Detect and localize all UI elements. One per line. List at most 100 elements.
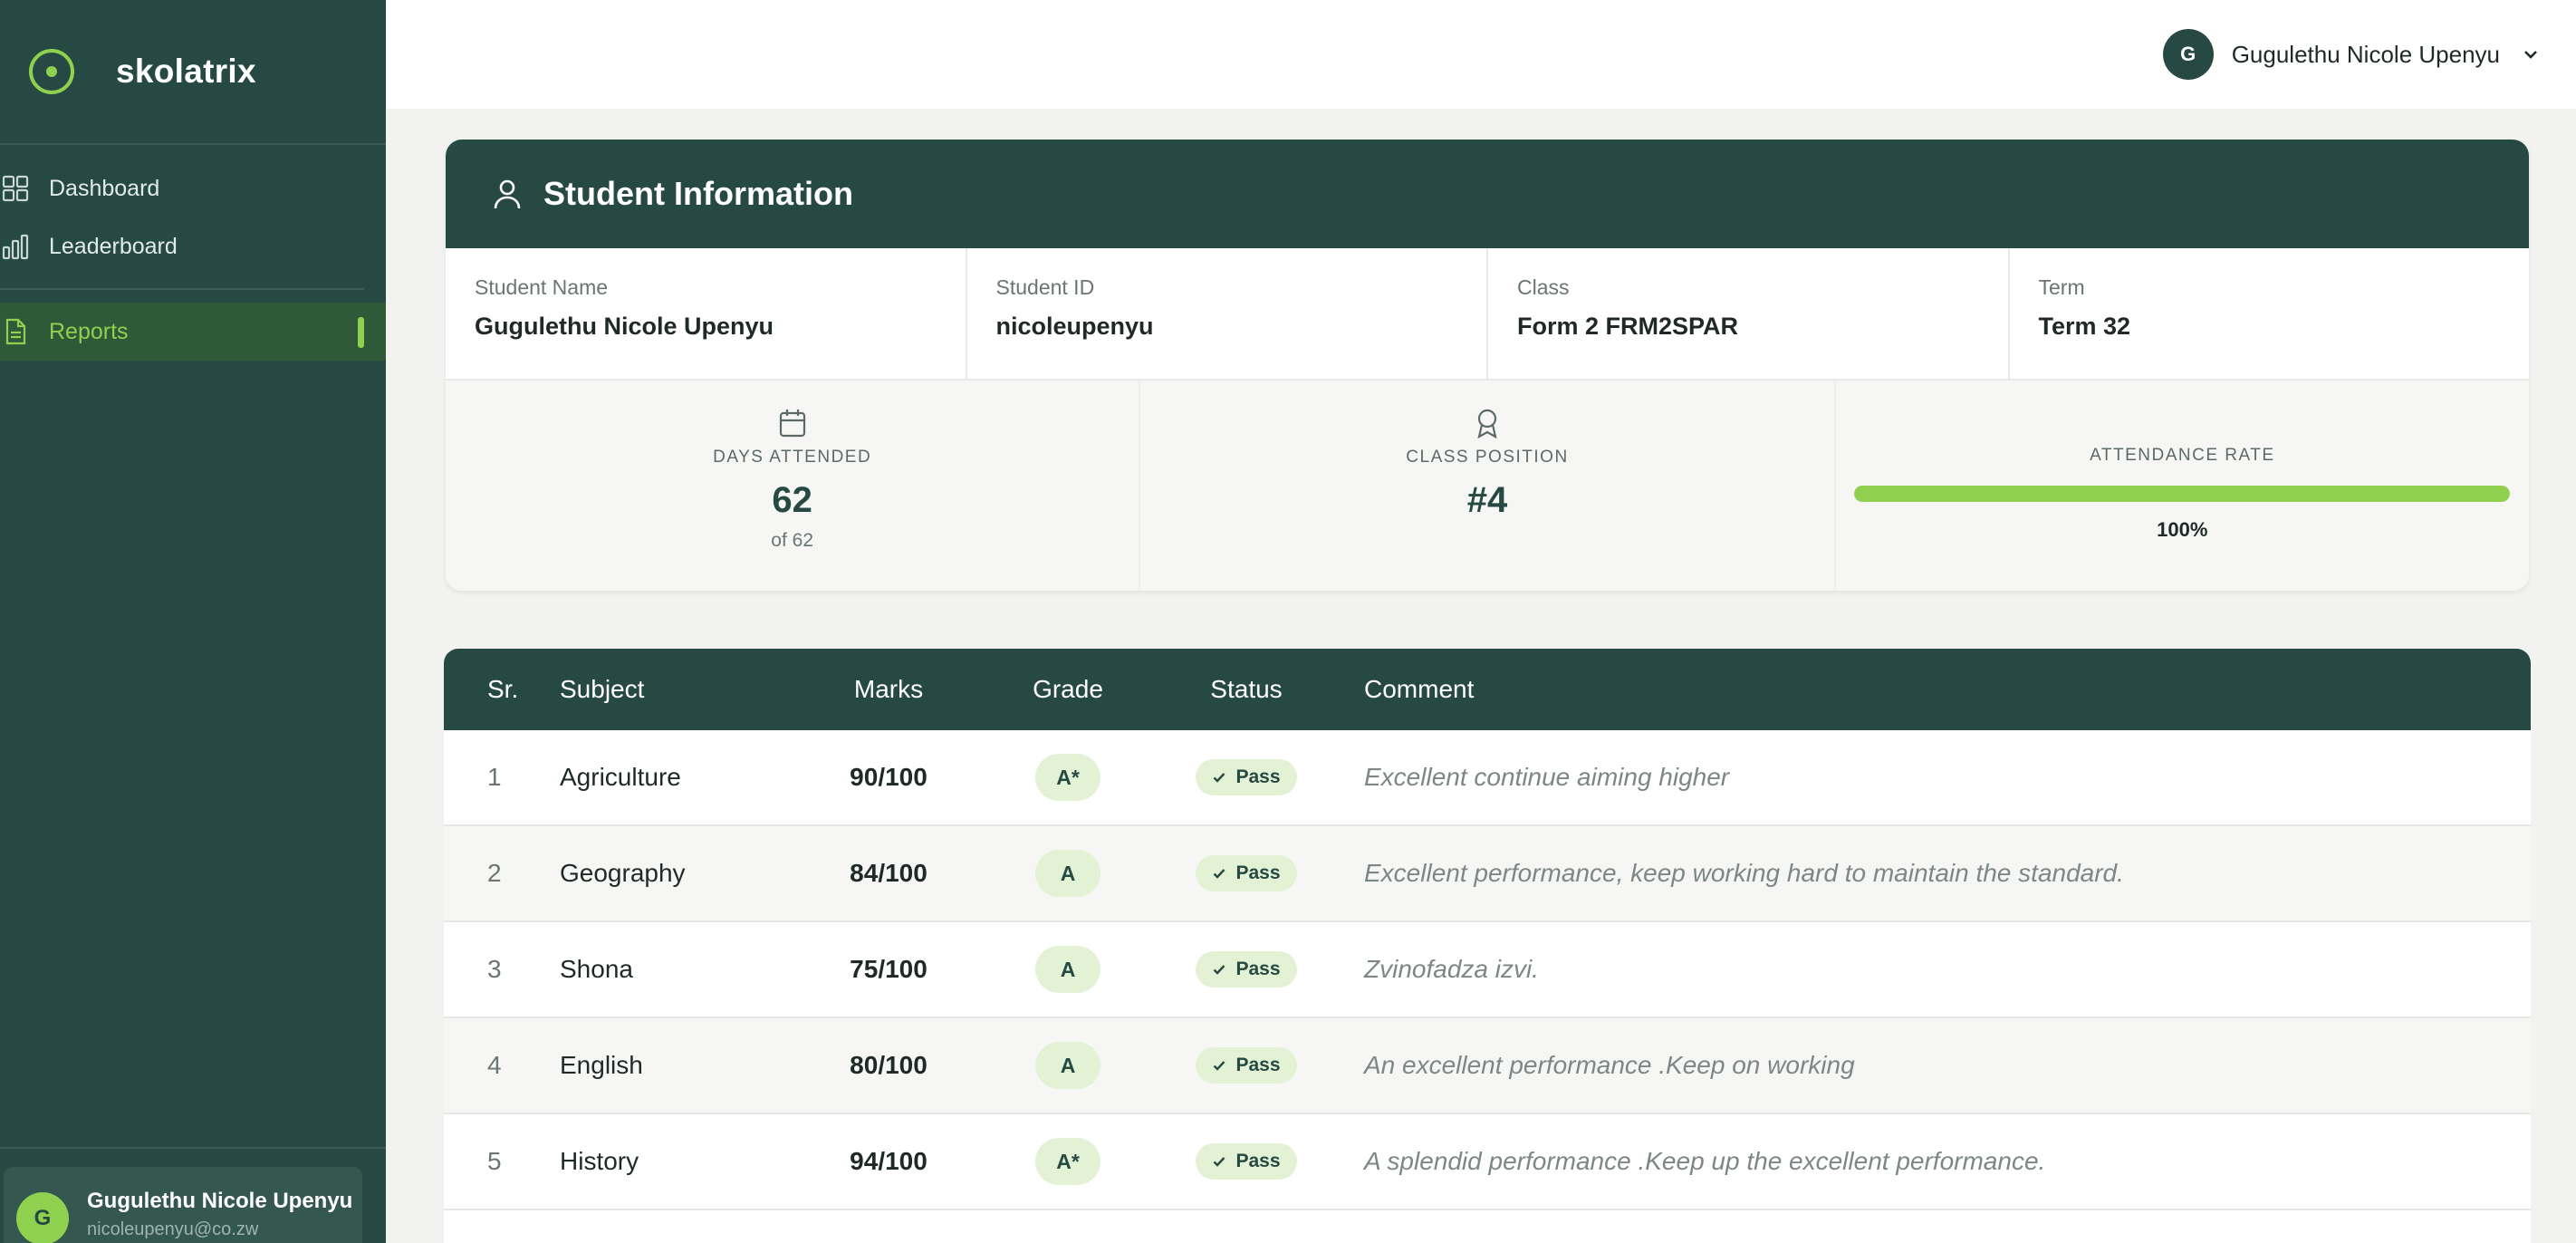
cell-sr: 2 bbox=[487, 859, 502, 887]
status-label: Pass bbox=[1235, 1151, 1281, 1171]
check-icon bbox=[1214, 1061, 1226, 1071]
cell-status: Pass bbox=[1163, 1143, 1330, 1180]
profile-name: Gugulethu Nicole Upenyu bbox=[2231, 40, 2500, 68]
results-table: Sr. Subject Marks Grade Status Comment 1… bbox=[444, 649, 2531, 1243]
active-indicator bbox=[358, 317, 364, 348]
field-label: Class bbox=[1517, 275, 1570, 299]
sidebar-item-label: Dashboard bbox=[49, 175, 160, 201]
field-student-id: Student ID nicoleupenyu bbox=[967, 248, 1488, 379]
table-row[interactable]: 4 English 80/100 A Pass An excellent performa… bbox=[444, 1018, 2531, 1114]
status-label: Pass bbox=[1235, 959, 1281, 979]
stat-label: ATTENDANCE RATE bbox=[2090, 446, 2275, 465]
column-header-grade[interactable]: Grade bbox=[973, 675, 1163, 704]
status-label: Pass bbox=[1235, 766, 1281, 787]
status-badge: Pass bbox=[1196, 1143, 1297, 1180]
logo-icon bbox=[29, 49, 74, 94]
grade-badge: A* bbox=[1035, 754, 1101, 801]
stat-class-position: CLASS POSITION #4 bbox=[1140, 381, 1836, 591]
student-info-header: Student Information bbox=[446, 140, 2529, 248]
sidebar: skolatrix Dashboard Leaderboard Reports … bbox=[0, 0, 386, 1243]
cell-marks: 90/100 bbox=[850, 763, 928, 791]
field-student-name: Student Name Gugulethu Nicole Upenyu bbox=[446, 248, 967, 379]
cell-status: Pass bbox=[1163, 951, 1330, 988]
cell-subject: English bbox=[560, 1051, 643, 1079]
check-icon bbox=[1214, 965, 1226, 975]
cell-comment: An excellent performance .Keep on workin… bbox=[1364, 1051, 1855, 1079]
attendance-progress-bar bbox=[1854, 486, 2511, 502]
table-row[interactable]: 1 Agriculture 90/100 A* Pass Excellent contin… bbox=[444, 730, 2531, 826]
user-email: nicoleupenyu@co.zw bbox=[87, 1219, 259, 1239]
app-name: skolatrix bbox=[116, 53, 256, 90]
field-value: nicoleupenyu bbox=[995, 313, 1154, 340]
table-row[interactable]: 2 Geography 84/100 A Pass Excellent performan… bbox=[444, 826, 2531, 922]
nav-divider bbox=[0, 288, 364, 290]
sidebar-item-leaderboard[interactable]: Leaderboard bbox=[0, 217, 386, 275]
bar-chart-icon bbox=[2, 233, 29, 260]
cell-comment: Zvinofadza izvi. bbox=[1364, 955, 1539, 983]
column-header-comment[interactable]: Comment bbox=[1330, 675, 2531, 704]
cell-marks: 94/100 bbox=[850, 1147, 928, 1175]
cell-status: Pass bbox=[1163, 855, 1330, 891]
cell-grade: A bbox=[973, 946, 1163, 993]
cell-grade: A bbox=[973, 850, 1163, 897]
student-info-title: Student Information bbox=[543, 175, 853, 212]
stat-label: DAYS ATTENDED bbox=[713, 448, 872, 467]
brand[interactable]: skolatrix bbox=[0, 0, 386, 145]
cell-status: Pass bbox=[1163, 1047, 1330, 1084]
avatar: G bbox=[2162, 29, 2214, 80]
field-value: Gugulethu Nicole Upenyu bbox=[475, 313, 774, 340]
field-label: Student ID bbox=[995, 275, 1095, 299]
stat-subtext: of 62 bbox=[771, 530, 814, 551]
cell-sr: 4 bbox=[487, 1051, 502, 1079]
cell-marks: 84/100 bbox=[850, 859, 928, 887]
stat-value: 62 bbox=[772, 480, 812, 520]
cell-sr: 3 bbox=[487, 955, 502, 983]
attendance-rate-value: 100% bbox=[2157, 518, 2208, 541]
student-info-card: Student Information Student Name Gugulet… bbox=[446, 140, 2529, 591]
profile-menu[interactable]: G Gugulethu Nicole Upenyu bbox=[2162, 29, 2540, 80]
table-row[interactable]: 5 History 94/100 A* Pass A splendid performan… bbox=[444, 1114, 2531, 1210]
cell-grade: A* bbox=[973, 754, 1163, 801]
field-label: Student Name bbox=[475, 275, 609, 299]
cell-subject: Agriculture bbox=[560, 763, 681, 791]
status-badge: Pass bbox=[1196, 855, 1297, 891]
status-label: Pass bbox=[1235, 862, 1281, 883]
cell-comment: A splendid performance .Keep up the exce… bbox=[1364, 1147, 2046, 1175]
user-name: Gugulethu Nicole Upenyu bbox=[87, 1189, 353, 1213]
sidebar-user-card[interactable]: G Gugulethu Nicole Upenyu nicoleupenyu@c… bbox=[4, 1167, 362, 1243]
cell-marks: 80/100 bbox=[850, 1051, 928, 1079]
table-row[interactable]: 3 Shona 75/100 A Pass Zvinofadza izvi. bbox=[444, 922, 2531, 1018]
chevron-down-icon bbox=[2524, 51, 2537, 59]
topbar: G Gugulethu Nicole Upenyu bbox=[386, 0, 2576, 109]
sidebar-item-reports[interactable]: Reports bbox=[0, 303, 386, 361]
status-label: Pass bbox=[1235, 1055, 1281, 1075]
field-term: Term Term 32 bbox=[2010, 248, 2530, 379]
app-root: skolatrix Dashboard Leaderboard Reports … bbox=[0, 0, 2576, 1243]
status-badge: Pass bbox=[1196, 759, 1297, 795]
sidebar-item-label: Reports bbox=[49, 318, 129, 344]
cell-sr: 5 bbox=[487, 1147, 502, 1175]
grid-icon bbox=[2, 175, 29, 202]
grade-badge: A bbox=[1035, 946, 1101, 993]
check-icon bbox=[1214, 1157, 1226, 1167]
student-info-fields: Student Name Gugulethu Nicole Upenyu Stu… bbox=[446, 248, 2529, 381]
document-icon bbox=[2, 318, 29, 345]
award-icon bbox=[1477, 409, 1497, 438]
cell-comment: Excellent performance, keep working hard… bbox=[1364, 859, 2124, 887]
cell-subject: Shona bbox=[560, 955, 633, 983]
avatar: G bbox=[16, 1192, 69, 1243]
column-header-subject[interactable]: Subject bbox=[560, 675, 804, 704]
grade-badge: A* bbox=[1035, 1138, 1101, 1185]
sidebar-item-label: Leaderboard bbox=[49, 233, 178, 259]
user-icon bbox=[494, 179, 521, 209]
sidebar-footer: G Gugulethu Nicole Upenyu nicoleupenyu@c… bbox=[0, 1147, 386, 1243]
cell-comment: Excellent continue aiming higher bbox=[1364, 763, 1730, 791]
cell-marks: 75/100 bbox=[850, 955, 928, 983]
stat-value: #4 bbox=[1466, 480, 1508, 520]
column-header-sr[interactable]: Sr. bbox=[444, 675, 560, 704]
column-header-status[interactable]: Status bbox=[1163, 675, 1330, 704]
sidebar-item-dashboard[interactable]: Dashboard bbox=[0, 159, 386, 217]
column-header-marks[interactable]: Marks bbox=[804, 675, 973, 704]
stat-attendance-rate: ATTENDANCE RATE 100% bbox=[1836, 381, 2529, 591]
field-label: Term bbox=[2038, 275, 2085, 299]
